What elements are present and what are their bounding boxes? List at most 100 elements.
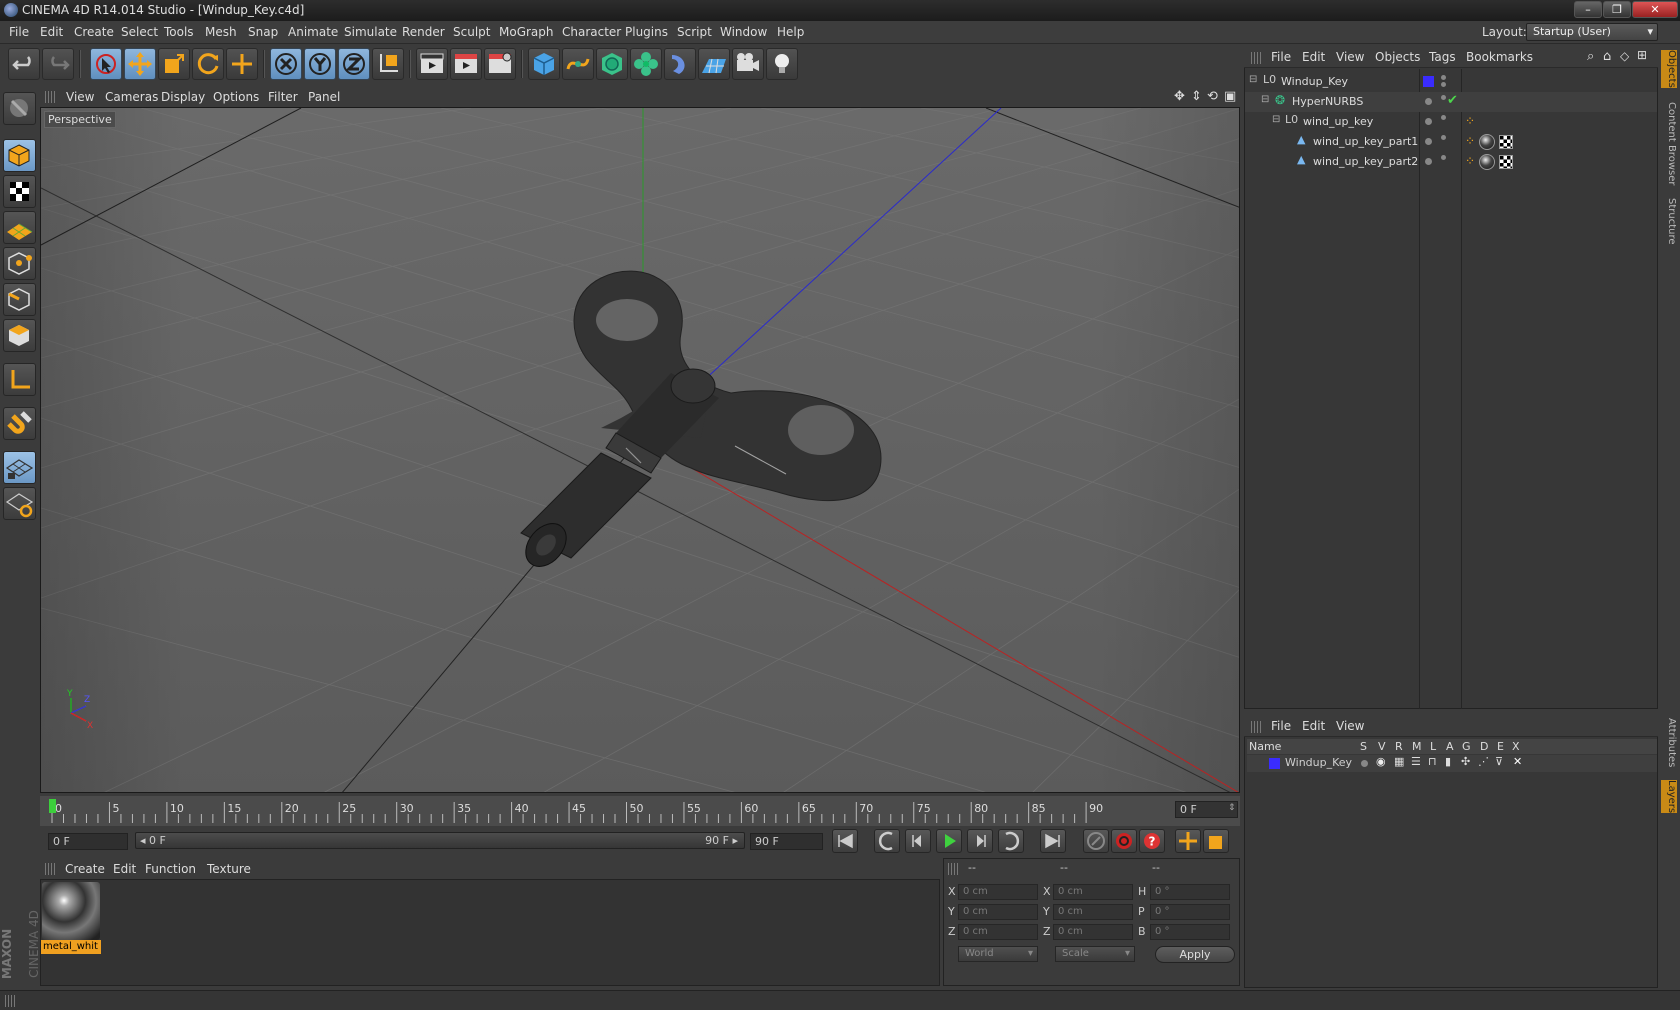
render-icon[interactable]: ▦ xyxy=(1394,755,1404,768)
visibility-dot[interactable] xyxy=(1425,158,1432,165)
next-frame-button[interactable] xyxy=(967,829,993,853)
col-view[interactable]: V xyxy=(1378,740,1386,753)
uvw-tag-icon[interactable] xyxy=(1499,155,1513,169)
material-tag-icon[interactable] xyxy=(1479,154,1495,170)
obj-menu-file[interactable]: File xyxy=(1271,50,1291,64)
coord-rot-b-field[interactable]: 0 ° xyxy=(1150,924,1230,940)
object-row-part2[interactable]: ▲ wind_up_key_part2 ⁘ xyxy=(1245,152,1657,172)
layer-solo-toggle[interactable] xyxy=(1361,760,1368,767)
col-render[interactable]: R xyxy=(1395,740,1403,753)
layer-color-swatch[interactable] xyxy=(1423,76,1434,87)
col-name[interactable]: Name xyxy=(1249,740,1281,753)
workplane-mode-button[interactable] xyxy=(3,211,36,244)
tab-attributes[interactable]: Attributes xyxy=(1661,718,1677,767)
layout-dropdown[interactable]: Startup (User) ▾ xyxy=(1526,23,1658,41)
menu-simulate[interactable]: Simulate xyxy=(344,25,397,39)
render-picture-viewer-button[interactable] xyxy=(450,48,482,80)
col-lock[interactable]: L xyxy=(1430,740,1436,753)
axis-mode-button[interactable] xyxy=(3,363,36,396)
tab-layers[interactable]: Layers xyxy=(1661,780,1677,814)
grid-snap-button[interactable] xyxy=(3,487,36,520)
grip-handle[interactable] xyxy=(1251,721,1261,733)
spline-pen-button[interactable] xyxy=(562,48,594,80)
material-thumbnail[interactable] xyxy=(42,882,100,940)
editor-visibility-dot[interactable] xyxy=(1441,135,1446,140)
maximize-button[interactable]: ❐ xyxy=(1603,1,1631,18)
menu-plugins[interactable]: Plugins xyxy=(625,25,668,39)
new-window-icon[interactable]: ⊞ xyxy=(1637,48,1647,62)
vp-menu-cameras[interactable]: Cameras xyxy=(105,90,158,104)
col-expressions[interactable]: E xyxy=(1497,740,1504,753)
editor-visibility-dot[interactable] xyxy=(1441,155,1446,160)
coord-size-x-field[interactable]: 0 cm xyxy=(1053,884,1133,900)
object-name[interactable]: wind_up_key_part1 xyxy=(1313,135,1418,148)
visibility-dot[interactable] xyxy=(1425,138,1432,145)
expand-icon[interactable]: ⊟ xyxy=(1249,74,1257,85)
snap-button[interactable] xyxy=(3,407,36,440)
editor-visibility-dot[interactable] xyxy=(1441,115,1446,120)
previous-frame-button[interactable] xyxy=(905,829,931,853)
expand-icon[interactable]: ⊟ xyxy=(1261,94,1269,105)
key-position-button[interactable] xyxy=(1175,829,1201,853)
key-scale-button[interactable] xyxy=(1203,829,1229,853)
vp-menu-display[interactable]: Display xyxy=(161,90,205,104)
vp-menu-options[interactable]: Options xyxy=(213,90,259,104)
view-toggle-icon[interactable]: ◇ xyxy=(1620,49,1629,63)
play-button[interactable] xyxy=(936,829,962,853)
menu-window[interactable]: Window xyxy=(720,25,767,39)
mat-menu-texture[interactable]: Texture xyxy=(207,862,251,876)
coord-pos-z-field[interactable]: 0 cm xyxy=(958,924,1038,940)
menu-character[interactable]: Character xyxy=(562,25,621,39)
expression-icon[interactable]: ⊽ xyxy=(1495,755,1503,768)
layer-color-swatch[interactable] xyxy=(1269,758,1280,769)
menu-select[interactable]: Select xyxy=(121,25,158,39)
object-row-wind-up-key[interactable]: ⊟ L0 wind_up_key ⁘ xyxy=(1245,112,1657,132)
object-name[interactable]: wind_up_key_part2 xyxy=(1313,155,1418,168)
go-to-end-button[interactable] xyxy=(1040,829,1066,853)
menu-sculpt[interactable]: Sculpt xyxy=(453,25,490,39)
grip-handle[interactable] xyxy=(1251,52,1261,64)
perspective-viewport[interactable]: Y Z X xyxy=(40,107,1240,793)
zoom-view-icon[interactable]: ⇕ xyxy=(1191,89,1202,104)
editor-visibility-dot[interactable] xyxy=(1441,75,1446,80)
phong-tag-icon[interactable]: ⁘ xyxy=(1465,114,1475,128)
cube-object-button[interactable] xyxy=(528,48,560,80)
max-frame-field[interactable]: 90 F xyxy=(750,833,823,850)
coord-size-y-field[interactable]: 0 cm xyxy=(1053,904,1133,920)
editor-visibility-dot[interactable] xyxy=(1441,95,1446,100)
points-mode-button[interactable] xyxy=(3,247,36,280)
go-to-start-button[interactable] xyxy=(832,829,858,853)
model-mode-button[interactable] xyxy=(3,139,36,172)
col-animation[interactable]: A xyxy=(1446,740,1454,753)
coord-pos-y-field[interactable]: 0 cm xyxy=(958,904,1038,920)
workplane-lock-button[interactable] xyxy=(3,451,36,484)
eye-icon[interactable]: ◉ xyxy=(1376,755,1386,768)
light-object-button[interactable] xyxy=(766,48,798,80)
object-row-hypernurbs[interactable]: ⊟ ❂ HyperNURBS ✔ xyxy=(1245,92,1657,112)
render-settings-button[interactable] xyxy=(484,48,516,80)
col-manager[interactable]: M xyxy=(1412,740,1422,753)
phong-tag-icon[interactable]: ⁘ xyxy=(1465,154,1475,168)
grip-handle[interactable] xyxy=(5,995,15,1007)
texture-mode-button[interactable] xyxy=(3,175,36,208)
preview-range-slider[interactable]: ◂ 0 F 90 F ▸ xyxy=(135,832,745,849)
playhead-marker[interactable] xyxy=(49,799,56,813)
object-row-windup-key[interactable]: ⊟ L0 Windup_Key xyxy=(1245,72,1657,92)
coord-size-z-field[interactable]: 0 cm xyxy=(1053,924,1133,940)
menu-snap[interactable]: Snap xyxy=(248,25,278,39)
floor-object-button[interactable] xyxy=(698,48,730,80)
menu-script[interactable]: Script xyxy=(677,25,712,39)
menu-render[interactable]: Render xyxy=(402,25,445,39)
edges-mode-button[interactable] xyxy=(3,283,36,316)
grip-handle[interactable] xyxy=(45,863,55,875)
expand-icon[interactable]: ⊟ xyxy=(1272,114,1280,125)
live-selection-button[interactable] xyxy=(90,48,122,80)
enabled-check-icon[interactable]: ✔ xyxy=(1447,93,1458,108)
obj-menu-view[interactable]: View xyxy=(1336,50,1364,64)
render-view-button[interactable] xyxy=(416,48,448,80)
vp-menu-filter[interactable]: Filter xyxy=(268,90,298,104)
autokeying-button[interactable]: ? xyxy=(1139,829,1165,853)
layer-menu-file[interactable]: File xyxy=(1271,719,1291,733)
maximize-view-icon[interactable]: ▣ xyxy=(1224,89,1236,104)
menu-help[interactable]: Help xyxy=(777,25,804,39)
